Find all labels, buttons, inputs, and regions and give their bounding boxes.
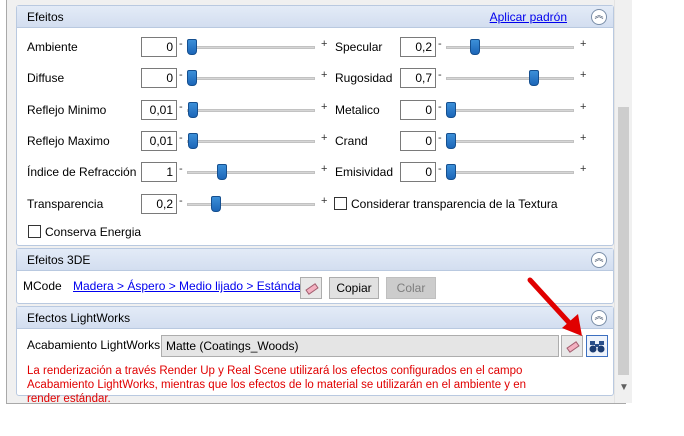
- param-value-input[interactable]: 0: [400, 162, 436, 183]
- param-value-input[interactable]: 0,01: [141, 130, 177, 151]
- scroll-area: Efeitos Aplicar padrón ︽ Ambiente 0- + Diff…: [16, 0, 614, 405]
- param-increment-label: +: [321, 131, 328, 144]
- param-increment-label: +: [580, 38, 587, 50]
- param-increment-label: +: [321, 69, 328, 82]
- param-label: Ambiente: [27, 40, 78, 54]
- param-slider-track[interactable]: [187, 108, 315, 112]
- param-slider-thumb[interactable]: [187, 70, 197, 87]
- param-label: Crand: [335, 133, 368, 148]
- param-decrement-label: -: [438, 131, 442, 144]
- param-value-input[interactable]: 0,01: [141, 99, 177, 120]
- param-slider-thumb[interactable]: [210, 195, 221, 212]
- param-value-input[interactable]: 1: [141, 162, 177, 183]
- efeitos-panel: Efeitos Aplicar padrón ︽ Ambiente 0- + Diff…: [16, 5, 614, 246]
- param-value-input[interactable]: 0: [141, 37, 177, 57]
- param-slider-thumb[interactable]: [188, 132, 199, 149]
- param-slider-track[interactable]: [446, 108, 574, 112]
- collapse-up-icon[interactable]: ︽: [591, 252, 607, 268]
- param-label: Índice de Refracción: [27, 165, 137, 180]
- param-slider-track[interactable]: [187, 139, 315, 143]
- param-value-input[interactable]: 0: [400, 99, 436, 120]
- param-decrement-label: -: [179, 100, 183, 113]
- param-decrement-label: -: [179, 69, 183, 82]
- param-slider-thumb[interactable]: [188, 101, 199, 118]
- param-decrement-label: -: [438, 163, 442, 176]
- param-slider-track[interactable]: [187, 77, 315, 81]
- scrollbar-thumb[interactable]: [618, 107, 629, 375]
- param-slider-thumb[interactable]: [216, 164, 227, 181]
- collapse-up-icon[interactable]: ︽: [591, 310, 607, 326]
- apply-default-link[interactable]: Aplicar padrón: [490, 10, 567, 24]
- param-slider-thumb[interactable]: [187, 39, 197, 55]
- mcode-link[interactable]: Madera > Áspero > Medio lijado > Estánda…: [73, 279, 305, 293]
- param-slider-track[interactable]: [187, 46, 315, 49]
- param-slider-thumb[interactable]: [446, 101, 456, 118]
- lightworks-finish-field[interactable]: Matte (Coatings_Woods): [161, 335, 559, 357]
- param-value-input[interactable]: 0: [400, 130, 436, 151]
- param-value-input[interactable]: 0,2: [400, 37, 436, 57]
- param-slider-thumb[interactable]: [469, 39, 480, 55]
- param-increment-label: +: [580, 163, 587, 176]
- param-increment-label: +: [321, 194, 328, 207]
- param-slider-track[interactable]: [446, 139, 574, 143]
- param-decrement-label: -: [438, 38, 442, 50]
- param-slider-track[interactable]: [446, 46, 574, 49]
- param-label: Specular: [335, 40, 383, 54]
- param-increment-label: +: [321, 163, 328, 176]
- param-label: Reflejo Minimo: [27, 102, 107, 117]
- copy-button[interactable]: Copiar: [329, 277, 379, 299]
- param-value-input[interactable]: 0: [141, 68, 177, 89]
- param-decrement-label: -: [438, 69, 442, 82]
- collapse-up-icon[interactable]: ︽: [591, 9, 607, 25]
- efeitos3de-title: Efeitos 3DE: [27, 253, 91, 267]
- param-slider-thumb[interactable]: [446, 164, 456, 181]
- conserve-energy-checkbox[interactable]: [28, 225, 41, 238]
- param-label: Rugosidad: [335, 71, 393, 86]
- mcode-label: MCode: [23, 279, 62, 293]
- param-decrement-label: -: [179, 163, 183, 176]
- param-increment-label: +: [321, 100, 328, 113]
- param-label: Metalico: [335, 102, 380, 117]
- scroll-down-arrow-icon[interactable]: ▼: [615, 379, 633, 397]
- param-label: Reflejo Maximo: [27, 133, 110, 148]
- properties-frame: Efeitos Aplicar padrón ︽ Ambiente 0- + Diff…: [6, 0, 632, 405]
- param-decrement-label: -: [179, 38, 183, 50]
- param-increment-label: +: [580, 69, 587, 82]
- param-slider-thumb[interactable]: [528, 70, 539, 87]
- param-value-input[interactable]: 0,7: [400, 68, 436, 89]
- consider-texture-transparency-checkbox[interactable]: [334, 197, 347, 210]
- consider-texture-transparency-label: Considerar transparencia de la Textura: [351, 197, 558, 211]
- red-arrow-annotation: [527, 277, 582, 336]
- param-slider-track[interactable]: [187, 202, 315, 206]
- efeitos-panel-header[interactable]: Efeitos Aplicar padrón ︽: [17, 6, 613, 28]
- param-slider-track[interactable]: [446, 171, 574, 175]
- param-increment-label: +: [321, 38, 328, 50]
- param-slider-track[interactable]: [446, 77, 574, 81]
- lightworks-finish-label: Acabamiento LightWorks: [27, 338, 161, 352]
- efeitos3de-panel-header[interactable]: Efeitos 3DE ︽: [17, 249, 613, 271]
- efeitos-title: Efeitos: [27, 10, 64, 24]
- eraser-icon[interactable]: [300, 277, 322, 299]
- param-label: Transparencia: [27, 196, 104, 211]
- lightworks-title: Efectos LightWorks: [27, 311, 131, 325]
- paste-button[interactable]: Colar: [386, 277, 436, 299]
- param-decrement-label: -: [179, 131, 183, 144]
- param-slider-thumb[interactable]: [446, 132, 456, 149]
- vertical-scrollbar[interactable]: ▼: [614, 0, 632, 403]
- param-decrement-label: -: [179, 194, 183, 207]
- param-label: Diffuse: [27, 71, 65, 86]
- param-increment-label: +: [580, 100, 587, 113]
- param-value-input[interactable]: 0,2: [141, 193, 177, 214]
- param-slider-track[interactable]: [187, 171, 315, 175]
- param-label: Emisividad: [335, 165, 394, 180]
- param-decrement-label: -: [438, 100, 442, 113]
- param-increment-label: +: [580, 131, 587, 144]
- conserve-energy-label: Conserva Energia: [45, 225, 142, 239]
- lightworks-note: La renderización a través Render Up y Re…: [27, 365, 527, 405]
